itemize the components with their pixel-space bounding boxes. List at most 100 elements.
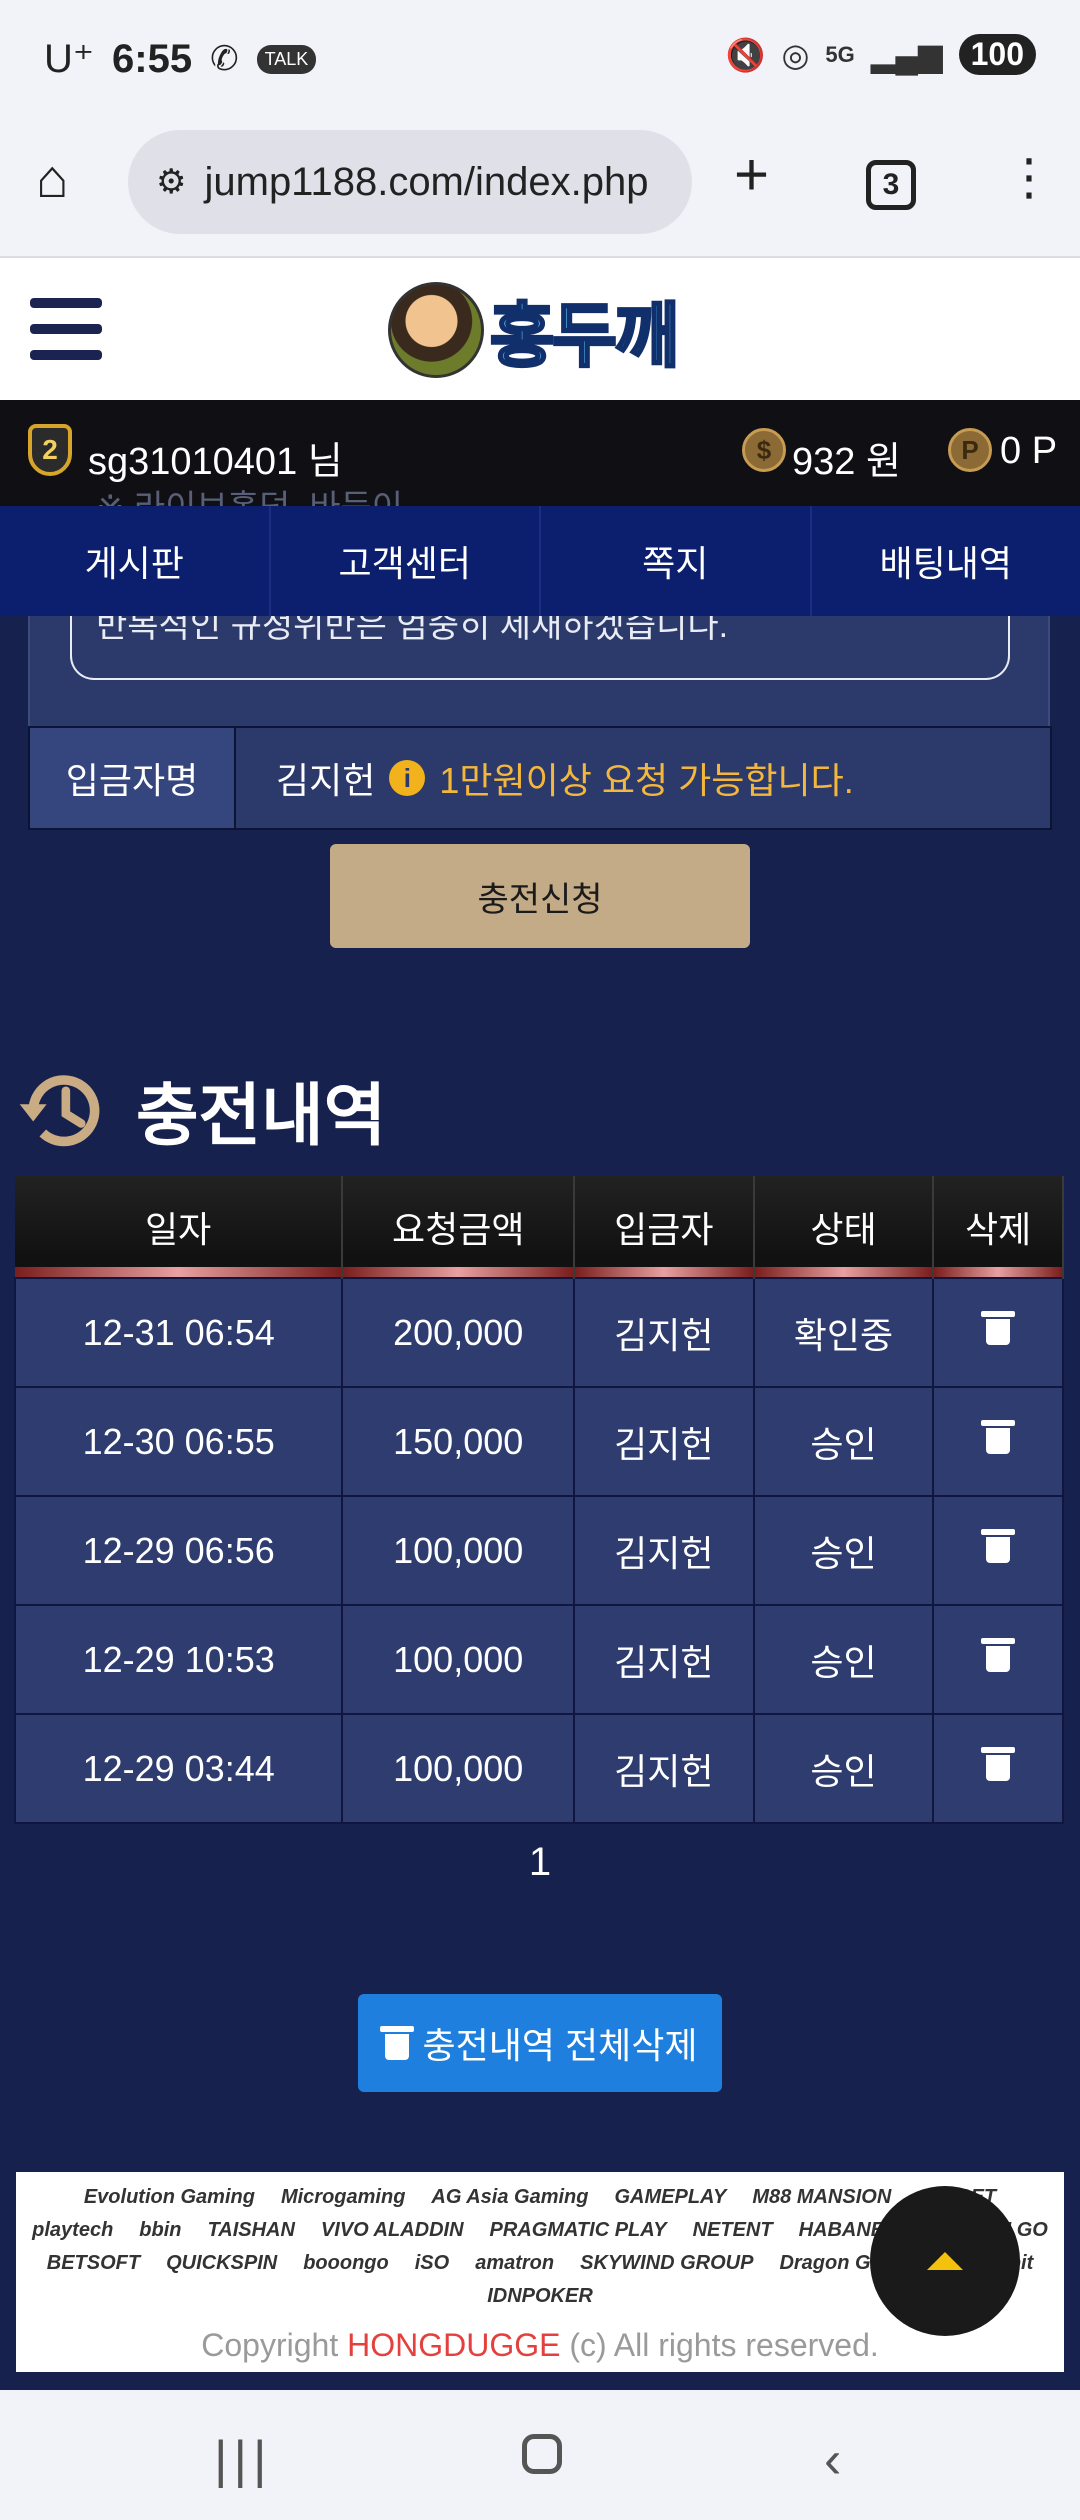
table-row: 12-29 06:56 100,000 김지헌 승인 — [13, 1495, 1064, 1606]
table-row: 12-29 03:44 100,000 김지헌 승인 — [13, 1713, 1064, 1824]
nav-item-support[interactable]: 고객센터 — [271, 506, 541, 616]
battery-indicator: 100 — [958, 34, 1036, 75]
provider-logo: BETSOFT — [46, 2252, 141, 2274]
col-date: 일자 — [15, 1176, 344, 1278]
back-icon[interactable]: ‹ — [824, 2430, 841, 2490]
main-nav: 게시판 고객센터 쪽지 배팅내역 — [0, 506, 1080, 616]
cell-date: 12-30 06:55 — [13, 1386, 344, 1497]
cell-date: 12-29 03:44 — [13, 1713, 344, 1824]
history-clock-icon — [19, 1074, 100, 1146]
trash-icon[interactable] — [981, 1529, 1016, 1563]
provider-logo: Microgaming — [280, 2186, 406, 2208]
delete-row-button[interactable] — [932, 1277, 1064, 1388]
cell-depositor: 김지헌 — [573, 1713, 755, 1824]
provider-logo: iSO — [414, 2252, 450, 2274]
cell-status: 확인중 — [752, 1277, 935, 1388]
col-depositor: 입금자 — [574, 1176, 755, 1278]
menu-icon[interactable] — [30, 298, 102, 360]
delete-all-history-button[interactable]: 충전내역 전체삭제 — [358, 1994, 722, 2092]
trash-icon — [379, 2026, 414, 2060]
scroll-to-top-button[interactable] — [870, 2186, 1020, 2336]
cell-depositor: 김지헌 — [573, 1277, 755, 1388]
col-amount: 요청금액 — [342, 1176, 576, 1278]
notice-box: 반복적인 규정위반은 엄중히 제재하겠습니다. — [70, 616, 1010, 680]
cell-date: 12-31 06:54 — [13, 1277, 344, 1388]
site-settings-icon[interactable]: ⚙ — [156, 162, 186, 202]
cell-amount: 200,000 — [341, 1277, 576, 1388]
level-badge-icon: 2 — [28, 424, 72, 476]
money-coin-icon: $ — [742, 428, 786, 472]
status-bar: U⁺ 6:55 ✆ TALK 🔇 ◎ 5G ▂▄▆ 100 — [0, 0, 1080, 118]
cell-amount: 100,000 — [341, 1604, 576, 1715]
trash-icon[interactable] — [981, 1311, 1016, 1345]
depositor-value: 김지헌 — [276, 760, 376, 801]
charge-history-table: 일자 요청금액 입금자 상태 삭제 12-31 06:54 200,000 김지… — [13, 1176, 1064, 1824]
provider-logo: M88 MANSION — [752, 2186, 892, 2208]
table-row: 12-31 06:54 200,000 김지헌 확인중 — [13, 1277, 1064, 1388]
history-title: 충전내역 — [136, 1078, 387, 1154]
provider-logo: VIVO ALADDIN — [320, 2219, 464, 2241]
logo-mascot-icon — [388, 282, 484, 378]
depositor-row: 입금자명 김지헌 i 1만원이상 요청 가능합니다. — [28, 726, 1052, 830]
pagination: 1 — [0, 1840, 1080, 1885]
mute-icon: 🔇 — [725, 36, 766, 73]
delete-row-button[interactable] — [932, 1495, 1064, 1606]
info-icon: i — [389, 760, 426, 796]
site-logo[interactable]: 홍두깨 — [388, 282, 681, 378]
5g-icon: 5G — [825, 41, 855, 67]
table-row: 12-29 10:53 100,000 김지헌 승인 — [13, 1604, 1064, 1715]
delete-row-button[interactable] — [932, 1604, 1064, 1715]
trash-icon[interactable] — [981, 1638, 1016, 1672]
trash-icon[interactable] — [981, 1420, 1016, 1454]
home-button-icon[interactable] — [522, 2434, 562, 2474]
page-link-current[interactable]: 1 — [529, 1840, 551, 1884]
tab-switcher-button[interactable]: 3 — [866, 160, 916, 210]
android-nav-bar: ||| ‹ — [0, 2390, 1080, 2520]
table-row: 12-30 06:55 150,000 김지헌 승인 — [13, 1386, 1064, 1497]
money-balance: 932 원 — [792, 441, 901, 483]
notice-text: 반복적인 규정위반은 엄중히 제재하겠습니다. — [96, 616, 729, 645]
provider-logo: AG Asia Gaming — [431, 2186, 589, 2208]
delete-all-label: 충전내역 전체삭제 — [422, 2025, 698, 2066]
copyright: Copyright HONGDUGGE (c) All rights reser… — [201, 2327, 879, 2363]
provider-logo: QUICKSPIN — [166, 2252, 278, 2274]
provider-logo: TAISHAN — [207, 2219, 295, 2241]
nav-item-board[interactable]: 게시판 — [0, 506, 271, 616]
table-header-row: 일자 요청금액 입금자 상태 삭제 — [15, 1176, 1064, 1278]
cell-status: 승인 — [752, 1386, 935, 1497]
home-icon[interactable]: ⌂ — [36, 148, 69, 210]
delete-row-button[interactable] — [932, 1713, 1064, 1824]
provider-logo: playtech — [32, 2219, 114, 2241]
trash-icon[interactable] — [981, 1747, 1016, 1781]
cell-depositor: 김지헌 — [573, 1495, 755, 1606]
cell-depositor: 김지헌 — [573, 1386, 755, 1497]
clock: 6:55 — [112, 36, 193, 81]
depositor-field: 김지헌 i 1만원이상 요청 가능합니다. — [236, 728, 1050, 828]
delete-row-button[interactable] — [932, 1386, 1064, 1497]
more-menu-icon[interactable]: ⋮ — [1004, 148, 1054, 206]
address-bar[interactable]: ⚙ jump1188.com/index.php — [128, 130, 692, 234]
cell-amount: 100,000 — [341, 1713, 576, 1824]
depositor-hint: 1만원이상 요청 가능합니다. — [439, 760, 854, 801]
site-header: 홍두깨 — [0, 258, 1080, 400]
charge-request-button[interactable]: 충전신청 — [330, 844, 750, 948]
nav-item-messages[interactable]: 쪽지 — [541, 506, 812, 616]
nav-item-bet-history[interactable]: 배팅내역 — [812, 506, 1080, 616]
history-section-title: 충전내역 — [14, 1060, 386, 1159]
url-text: jump1188.com/index.php — [204, 159, 649, 204]
recent-apps-icon[interactable]: ||| — [214, 2430, 273, 2490]
cell-depositor: 김지헌 — [573, 1604, 755, 1715]
talk-icon: TALK — [256, 44, 317, 74]
new-tab-icon[interactable]: + — [734, 140, 769, 209]
provider-logo: bbin — [139, 2219, 182, 2241]
provider-logo: Evolution Gaming — [83, 2186, 255, 2208]
copyright-brand: HONGDUGGE — [347, 2327, 561, 2363]
cell-status: 승인 — [752, 1495, 935, 1606]
provider-logo: SKYWIND GROUP — [580, 2252, 754, 2274]
logo-text: 홍두깨 — [488, 295, 680, 376]
carrier-label: U⁺ — [44, 37, 94, 81]
provider-logo: amatron — [475, 2252, 555, 2274]
cell-date: 12-29 10:53 — [13, 1604, 344, 1715]
provider-logo: GAMEPLAY — [614, 2186, 727, 2208]
browser-toolbar: ⌂ ⚙ jump1188.com/index.php + 3 ⋮ — [0, 118, 1080, 258]
